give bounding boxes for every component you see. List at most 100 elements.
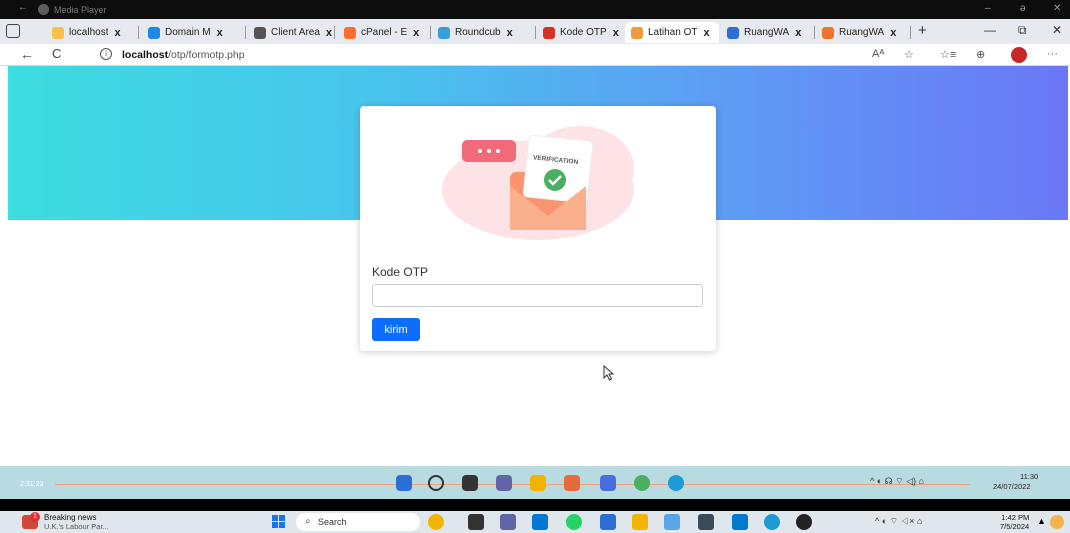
media-player-bar: ← Media Player – ə ✕ (0, 0, 1070, 19)
clock-date: 7/5/2024 (1000, 522, 1030, 531)
page-favicon-icon (254, 26, 266, 39)
system-tray-icons[interactable]: ^ ◐ ⌔ ◁× ⌂ (875, 516, 922, 527)
tab-close-icon[interactable]: x (413, 27, 419, 39)
favorites-icon[interactable]: ☆≡ (940, 48, 956, 61)
copilot-icon[interactable] (428, 514, 444, 530)
chrome-icon (634, 475, 650, 491)
tab-label: RuangWA (839, 27, 885, 38)
video-elapsed-time: 2:31:23 (20, 481, 44, 488)
media-player-restore-button[interactable]: ə (1020, 3, 1026, 14)
reload-button[interactable]: C (52, 46, 61, 61)
recorded-taskbar: 2:31:23 ^ ◐ ☊ ⌔ ◁) ⌂ 11:30 24/07/2022 (0, 466, 1070, 499)
collections-icon[interactable]: ⊕ (976, 48, 985, 61)
cpanel-favicon-icon (344, 26, 356, 39)
tab-close-icon[interactable]: x (703, 27, 709, 39)
media-player-back-icon[interactable]: ← (18, 2, 28, 13)
news-subtitle[interactable]: U.K.'s Labour Par... (44, 522, 109, 531)
edge-icon (668, 475, 684, 491)
tab-label: Client Area (271, 27, 320, 38)
ruangwa-favicon-icon (727, 26, 739, 39)
tab-ruangwa-2[interactable]: RuangWA x (822, 22, 908, 43)
otp-input[interactable] (372, 284, 703, 307)
video-progress-line (55, 484, 970, 485)
obs-icon[interactable] (796, 514, 812, 530)
submit-button[interactable]: kirim (372, 318, 420, 341)
tab-separator (138, 26, 139, 39)
otp-label: Kode OTP (372, 265, 429, 279)
tab-close-icon[interactable]: x (613, 27, 619, 39)
taskbar-clock[interactable]: 1:42 PM 7/5/2024 (1000, 513, 1029, 531)
tab-label: Roundcub (455, 27, 501, 38)
more-icon[interactable]: ··· (1047, 48, 1058, 60)
check-circle-icon (544, 169, 566, 191)
new-tab-button[interactable]: + (918, 22, 927, 39)
recorded-clock-date: 24/07/2022 (993, 482, 1031, 491)
tab-ruangwa-1[interactable]: RuangWA x (727, 22, 813, 43)
recorded-tray-icons: ^ ◐ ☊ ⌔ ◁) ⌂ (870, 476, 924, 486)
tab-label: cPanel - E (361, 27, 408, 38)
start-icon (279, 515, 285, 521)
back-button[interactable]: ← (20, 46, 34, 62)
tab-client-area[interactable]: Client Area x (254, 22, 344, 43)
teams-icon (496, 475, 512, 491)
file-explorer-icon[interactable] (632, 514, 648, 530)
whatsapp-icon[interactable] (566, 514, 582, 530)
start-icon (396, 475, 412, 491)
dot-shape (487, 149, 491, 153)
tab-label: Kode OTP (560, 27, 607, 38)
app-icon (600, 475, 616, 491)
window-restore-button[interactable]: ⧉ (1018, 23, 1027, 38)
tab-actions-icon[interactable] (6, 24, 20, 38)
tab-roundcube[interactable]: Roundcub x (438, 22, 530, 43)
vscode-icon[interactable] (732, 514, 748, 530)
tab-close-icon[interactable]: x (507, 27, 513, 39)
favorite-icon[interactable]: ☆ (904, 48, 914, 61)
window-close-button[interactable]: ✕ (1052, 23, 1062, 37)
window-minimize-button[interactable]: — (984, 23, 996, 37)
media-player-minimize-button[interactable]: – (985, 3, 991, 14)
video-border (0, 499, 1070, 511)
media-player-logo-icon (38, 4, 49, 15)
widgets-icon[interactable] (1050, 515, 1064, 529)
app-icon[interactable] (600, 514, 616, 530)
notification-bell-icon[interactable]: ▲ (1037, 516, 1046, 526)
tab-close-icon[interactable]: x (114, 27, 120, 39)
terminal-icon[interactable] (698, 514, 714, 530)
gmail-favicon-icon (543, 26, 555, 39)
localhost-favicon-icon (52, 26, 64, 39)
tab-label: localhost (69, 27, 109, 38)
tab-cpanel[interactable]: cPanel - E x (344, 22, 426, 43)
app-icon[interactable] (664, 514, 680, 530)
url-host: localhost (122, 49, 169, 61)
tab-latihan-otp[interactable]: Latihan OT x (625, 22, 719, 43)
read-aloud-icon[interactable]: Aᴬ (872, 48, 884, 60)
news-title[interactable]: Breaking news (44, 513, 96, 522)
edge-icon[interactable] (764, 514, 780, 530)
search-icon: ⌕ (305, 516, 311, 527)
start-icon (279, 522, 285, 528)
url-field[interactable]: localhost/otp/formotp.php (122, 49, 245, 61)
tab-close-icon[interactable]: x (217, 27, 223, 39)
cloud-favicon-icon (148, 26, 160, 39)
tab-separator (334, 26, 335, 39)
tab-close-icon[interactable]: x (890, 27, 896, 39)
start-button[interactable] (272, 515, 286, 529)
teams-icon[interactable] (500, 514, 516, 530)
dot-shape (496, 149, 500, 153)
tab-domain[interactable]: Domain M x (148, 22, 243, 43)
news-badge: 1 (30, 512, 40, 522)
tab-kode-otp[interactable]: Kode OTP x (543, 22, 628, 43)
screen: ← Media Player – ə ✕ localhost x Domain … (0, 0, 1070, 533)
tab-separator (814, 26, 815, 39)
site-info-icon[interactable]: i (100, 48, 112, 60)
outlook-icon[interactable] (532, 514, 548, 530)
tab-close-icon[interactable]: x (795, 27, 801, 39)
otp-card: VERIFICATION Kode OTP kirim (360, 106, 716, 351)
tab-close-icon[interactable]: x (326, 27, 332, 39)
tab-separator (245, 26, 246, 39)
taskbar-search[interactable]: ⌕ Search (296, 513, 420, 531)
profile-avatar[interactable] (1011, 47, 1027, 63)
tab-localhost[interactable]: localhost x (52, 22, 135, 43)
media-player-close-button[interactable]: ✕ (1053, 3, 1061, 14)
task-view-icon[interactable] (468, 514, 484, 530)
